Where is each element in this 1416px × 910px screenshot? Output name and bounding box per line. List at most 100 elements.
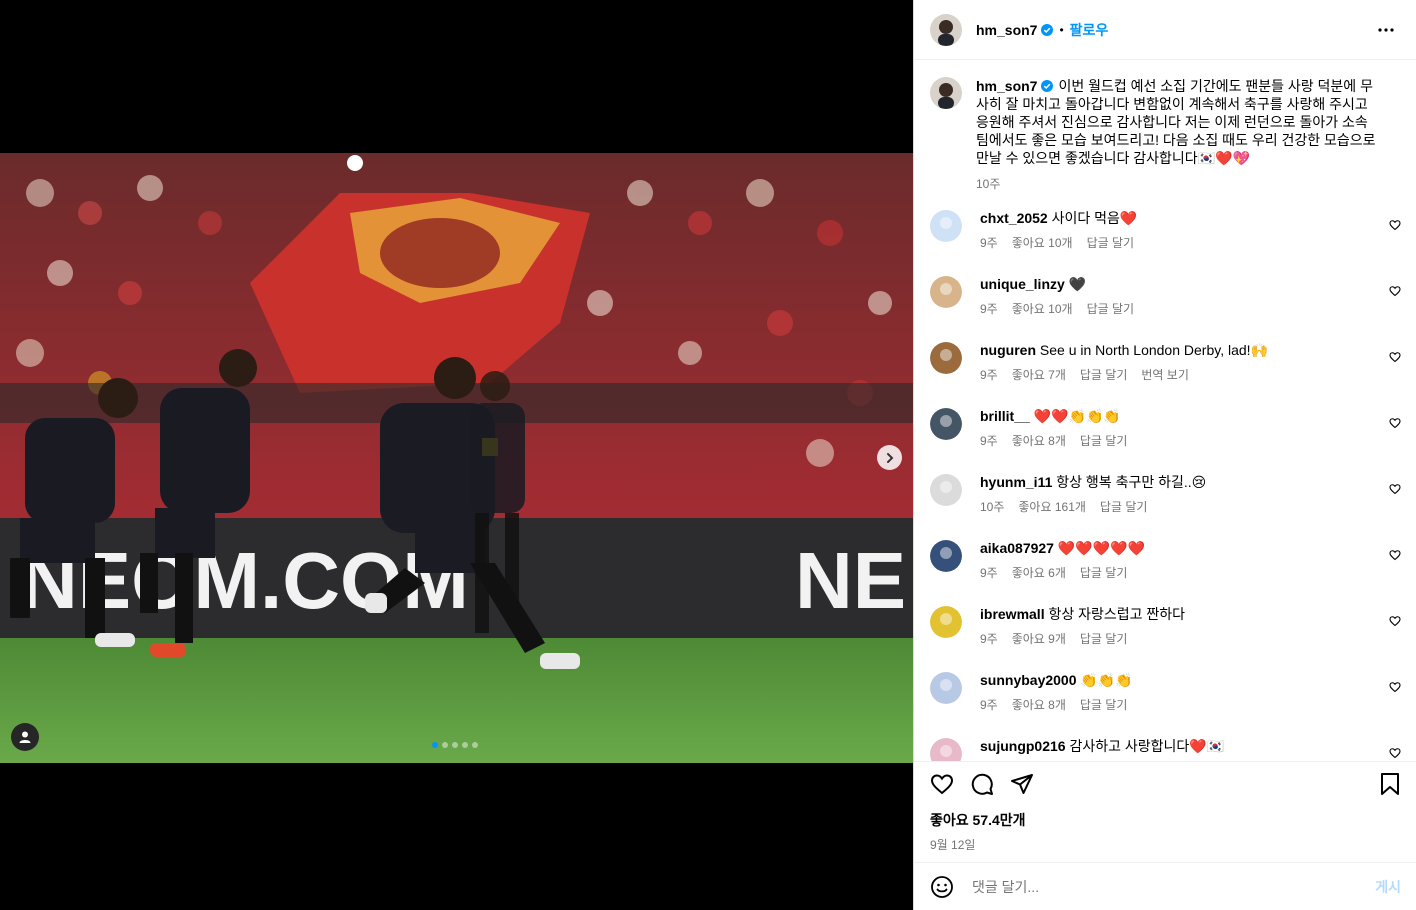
comment-like-heart-icon[interactable] bbox=[1389, 483, 1401, 495]
comment-username[interactable]: brillit__ bbox=[980, 408, 1030, 424]
comment-item: unique_linzy 🖤 9주 좋아요 10개 답글 달기 bbox=[914, 275, 1416, 341]
commenter-avatar-image bbox=[930, 738, 962, 761]
comment-item: ibrewmall 항상 자랑스럽고 짠하다 9주 좋아요 9개 답글 달기 bbox=[914, 605, 1416, 671]
comment-likes[interactable]: 좋아요 10개 bbox=[1012, 300, 1073, 317]
comment-username[interactable]: hyunm_i11 bbox=[980, 474, 1052, 490]
comment-username[interactable]: aika087927 bbox=[980, 540, 1054, 556]
comment-likes[interactable]: 좋아요 7개 bbox=[1012, 366, 1066, 383]
author-username[interactable]: hm_son7 bbox=[976, 22, 1037, 38]
post-media: NEOM.COM NE bbox=[0, 0, 913, 910]
avatar[interactable] bbox=[930, 77, 962, 109]
avatar[interactable] bbox=[930, 474, 962, 506]
comment-input[interactable] bbox=[970, 877, 1376, 896]
comment-text: ❤️❤️❤️❤️❤️ bbox=[1057, 540, 1146, 556]
avatar[interactable] bbox=[930, 408, 962, 440]
more-options-icon[interactable] bbox=[1378, 27, 1394, 32]
translate-button[interactable]: 번역 보기 bbox=[1141, 366, 1189, 383]
comment-likes[interactable]: 좋아요 161개 bbox=[1018, 498, 1086, 515]
comment-text: 🖤 bbox=[1068, 276, 1087, 292]
comment-text: 감사하고 사랑합니다❤️🇰🇷 bbox=[1069, 738, 1225, 754]
comment-time[interactable]: 9주 bbox=[980, 696, 998, 713]
reply-button[interactable]: 답글 달기 bbox=[1080, 696, 1128, 713]
avatar[interactable] bbox=[930, 738, 962, 761]
comment-username[interactable]: nuguren bbox=[980, 342, 1036, 358]
comment-like-heart-icon[interactable] bbox=[1389, 285, 1401, 297]
comment-username[interactable]: chxt_2052 bbox=[980, 210, 1048, 226]
comment-likes[interactable]: 좋아요 8개 bbox=[1012, 696, 1066, 713]
comment-bubble-icon[interactable] bbox=[970, 772, 994, 796]
avatar[interactable] bbox=[930, 276, 962, 308]
reply-button[interactable]: 답글 달기 bbox=[1087, 300, 1135, 317]
like-heart-icon[interactable] bbox=[930, 772, 954, 796]
reply-button[interactable]: 답글 달기 bbox=[1080, 564, 1128, 581]
caption-timestamp[interactable]: 10주 bbox=[976, 175, 1376, 193]
comment-likes[interactable]: 좋아요 10개 bbox=[1012, 234, 1073, 251]
follow-button[interactable]: 팔로우 bbox=[1070, 20, 1109, 40]
comment-item: chxt_2052 사이다 먹음❤️ 9주 좋아요 10개 답글 달기 bbox=[914, 209, 1416, 275]
carousel-indicator bbox=[432, 742, 478, 748]
comment-like-heart-icon[interactable] bbox=[1389, 219, 1401, 231]
likes-count[interactable]: 좋아요 57.4만개 bbox=[914, 796, 1416, 830]
reply-button[interactable]: 답글 달기 bbox=[1100, 498, 1148, 515]
comment-username[interactable]: sujungp0216 bbox=[980, 738, 1066, 754]
comment-text: 사이다 먹음❤️ bbox=[1051, 210, 1138, 226]
emoji-icon[interactable] bbox=[930, 875, 954, 899]
post-actions: 좋아요 57.4만개 9월 12일 bbox=[914, 761, 1416, 862]
comment-time[interactable]: 9주 bbox=[980, 630, 998, 647]
comment-like-heart-icon[interactable] bbox=[1389, 417, 1401, 429]
comment-like-heart-icon[interactable] bbox=[1389, 681, 1401, 693]
comment-likes[interactable]: 좋아요 8개 bbox=[1012, 432, 1066, 449]
post-photo[interactable]: NEOM.COM NE bbox=[0, 153, 913, 763]
comment-item: sujungp0216 감사하고 사랑합니다❤️🇰🇷9주좋아요 5개답글 달기 bbox=[914, 737, 1416, 761]
reply-button[interactable]: 답글 달기 bbox=[1080, 630, 1128, 647]
reply-button[interactable]: 답글 달기 bbox=[1080, 432, 1128, 449]
comment-likes[interactable]: 좋아요 9개 bbox=[1012, 630, 1066, 647]
commenter-avatar-image bbox=[930, 276, 962, 308]
comments-list[interactable]: hm_son7 이번 월드컵 예선 소집 기간에도 팬분들 사랑 덕분에 무사히 … bbox=[914, 61, 1416, 761]
commenter-avatar-image bbox=[930, 408, 962, 440]
comment-item: aika087927 ❤️❤️❤️❤️❤️ 9주 좋아요 6개 답글 달기 bbox=[914, 539, 1416, 605]
comment-text: See u in North London Derby, lad!🙌 bbox=[1039, 342, 1268, 358]
comment-username[interactable]: sunnybay2000 bbox=[980, 672, 1077, 688]
comment-time[interactable]: 9주 bbox=[980, 432, 998, 449]
comment-item: sunnybay2000 👏👏👏 9주 좋아요 8개 답글 달기 bbox=[914, 671, 1416, 737]
comment-time[interactable]: 9주 bbox=[980, 300, 998, 317]
carousel-dot bbox=[462, 742, 468, 748]
comment-like-heart-icon[interactable] bbox=[1389, 747, 1401, 759]
commenter-avatar-image bbox=[930, 672, 962, 704]
reply-button[interactable]: 답글 달기 bbox=[1087, 234, 1135, 251]
avatar[interactable] bbox=[930, 13, 962, 46]
avatar[interactable] bbox=[930, 540, 962, 572]
avatar[interactable] bbox=[930, 342, 962, 374]
comment-time[interactable]: 9주 bbox=[980, 366, 998, 383]
comment-time[interactable]: 9주 bbox=[980, 234, 998, 251]
carousel-dot bbox=[442, 742, 448, 748]
share-send-icon[interactable] bbox=[1010, 772, 1034, 796]
caption-username[interactable]: hm_son7 bbox=[976, 78, 1037, 94]
avatar[interactable] bbox=[930, 672, 962, 704]
commenter-avatar-image bbox=[930, 474, 962, 506]
comment-username[interactable]: ibrewmall bbox=[980, 606, 1045, 622]
comment-time[interactable]: 10주 bbox=[980, 498, 1004, 515]
post-date[interactable]: 9월 12일 bbox=[914, 830, 1416, 853]
comment-like-heart-icon[interactable] bbox=[1389, 615, 1401, 627]
comment-username[interactable]: unique_linzy bbox=[980, 276, 1065, 292]
comment-text: 항상 행복 축구만 하길..😢 bbox=[1056, 474, 1207, 490]
verified-badge-icon bbox=[1041, 80, 1054, 92]
next-slide-button[interactable] bbox=[877, 445, 902, 470]
reply-button[interactable]: 답글 달기 bbox=[1080, 366, 1128, 383]
comment-time[interactable]: 9주 bbox=[980, 564, 998, 581]
save-bookmark-icon[interactable] bbox=[1379, 772, 1401, 796]
football-photo: NEOM.COM NE bbox=[0, 153, 913, 763]
comment-text: 👏👏👏 bbox=[1080, 672, 1133, 688]
post-comment-button[interactable]: 게시 bbox=[1375, 877, 1401, 897]
comment-item: hyunm_i11 항상 행복 축구만 하길..😢 10주 좋아요 161개 답글 달… bbox=[914, 473, 1416, 539]
comment-likes[interactable]: 좋아요 6개 bbox=[1012, 564, 1066, 581]
comment-like-heart-icon[interactable] bbox=[1389, 549, 1401, 561]
avatar[interactable] bbox=[930, 606, 962, 638]
comment-composer: 게시 bbox=[914, 862, 1416, 910]
billboard-text-2: NE bbox=[795, 536, 906, 625]
avatar[interactable] bbox=[930, 210, 962, 242]
tagged-users-button[interactable] bbox=[11, 723, 39, 751]
comment-like-heart-icon[interactable] bbox=[1389, 351, 1401, 363]
